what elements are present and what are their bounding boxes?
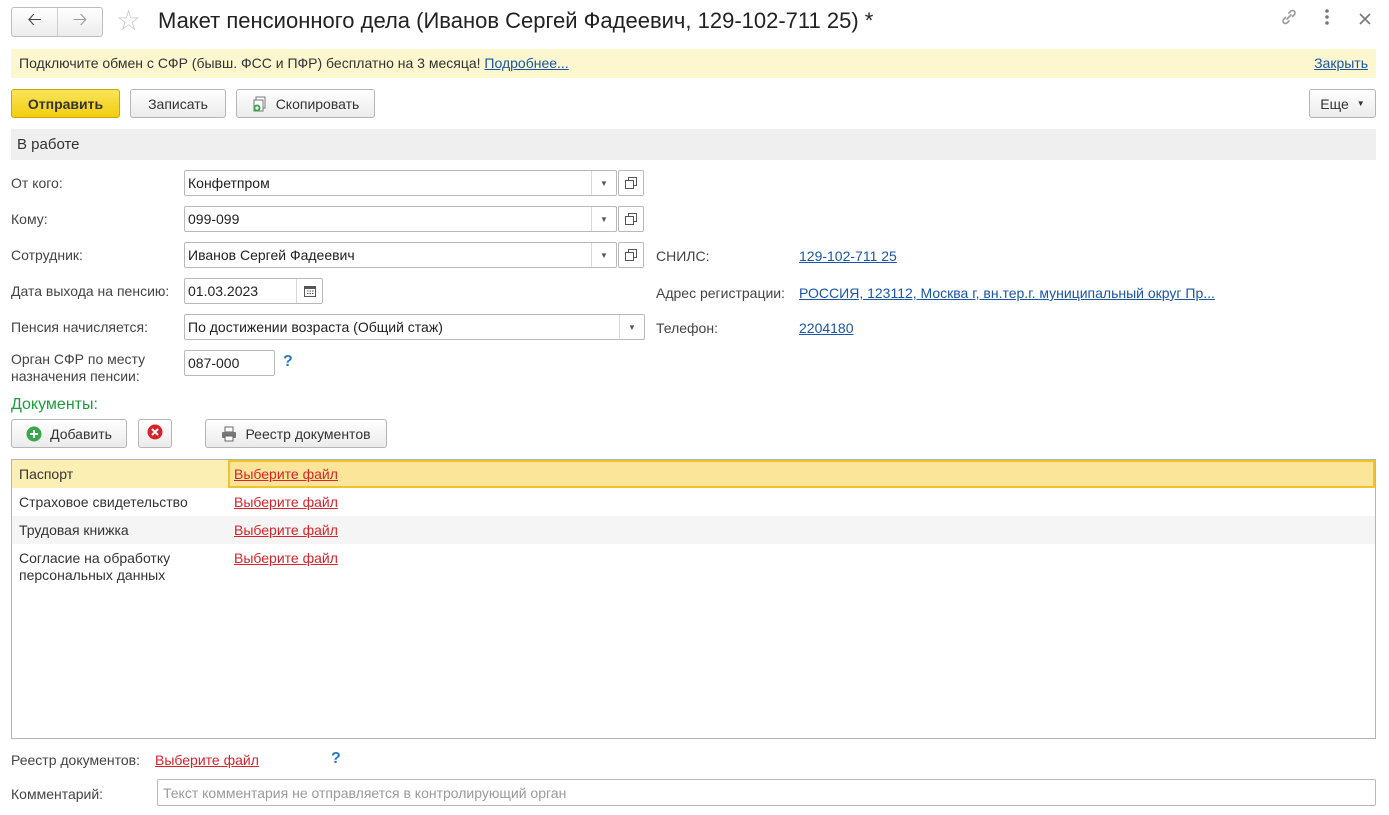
- document-name-line1: Согласие на обработку: [19, 550, 171, 566]
- from-value: Конфетпром: [188, 175, 270, 191]
- copy-label: Скопировать: [275, 95, 360, 112]
- selected-cell: [228, 460, 1375, 488]
- registry-help-icon[interactable]: ?: [331, 750, 341, 768]
- promo-banner: Подключите обмен с СФР (бывш. ФСС и ПФР)…: [11, 49, 1376, 78]
- registry-button[interactable]: Реестр документов: [205, 419, 387, 448]
- sfr-help-icon[interactable]: ?: [283, 353, 293, 371]
- copy-button[interactable]: Скопировать: [236, 89, 375, 118]
- title-bar: 🡠 🡢 ☆ Макет пенсионного дела (Иванов Сер…: [0, 0, 1389, 44]
- employee-field[interactable]: Иванов Сергей Фадеевич ▼: [184, 242, 617, 268]
- more-vertical-icon[interactable]: [1317, 8, 1337, 31]
- title-tools: [1279, 8, 1375, 31]
- to-open-button[interactable]: [618, 206, 644, 232]
- retire-date-label: Дата выхода на пенсию:: [11, 283, 170, 299]
- pension-label: Пенсия начисляется:: [11, 319, 148, 335]
- employee-open-button[interactable]: [618, 242, 644, 268]
- document-name: Страховое свидетельство: [19, 494, 188, 510]
- sfr-value: 087-000: [188, 355, 240, 371]
- pension-field[interactable]: По достижении возраста (Общий стаж) ▼: [184, 314, 645, 340]
- add-document-button[interactable]: Добавить: [11, 419, 127, 448]
- choose-file-link[interactable]: Выберите файл: [234, 550, 338, 566]
- sfr-label-line2: назначения пенсии:: [11, 368, 140, 384]
- dropdown-arrow-icon[interactable]: ▼: [619, 315, 644, 339]
- back-button[interactable]: 🡠: [12, 8, 57, 36]
- dropdown-arrow-icon[interactable]: ▼: [591, 243, 616, 267]
- registry-file-link[interactable]: Выберите файл: [155, 752, 259, 768]
- banner-text: Подключите обмен с СФР (бывш. ФСС и ПФР)…: [19, 55, 481, 71]
- sfr-field[interactable]: 087-000: [184, 350, 275, 376]
- arrow-right-icon: 🡢: [72, 9, 88, 29]
- retire-date-value: 01.03.2023: [188, 283, 259, 299]
- employee-label: Сотрудник:: [11, 247, 83, 263]
- to-field[interactable]: 099-099 ▼: [184, 206, 617, 232]
- address-label: Адрес регистрации:: [656, 285, 786, 301]
- from-field[interactable]: Конфетпром ▼: [184, 170, 617, 196]
- add-icon: [26, 426, 42, 442]
- calendar-icon[interactable]: [296, 279, 322, 303]
- employee-value: Иванов Сергей Фадеевич: [188, 247, 355, 263]
- document-name: Согласие на обработку персональных данны…: [19, 550, 170, 584]
- more-label: Еще: [1320, 95, 1349, 112]
- open-window-icon: [625, 249, 637, 261]
- banner-more-link[interactable]: Подробнее...: [484, 55, 568, 71]
- forward-button[interactable]: 🡢: [56, 8, 102, 36]
- table-row[interactable]: Трудовая книжка Выберите файл: [12, 516, 1375, 544]
- to-value: 099-099: [188, 211, 240, 227]
- registry-label: Реестр документов:: [11, 752, 140, 768]
- arrow-left-icon: 🡠: [27, 9, 42, 29]
- table-row[interactable]: Паспорт Выберите файл: [12, 460, 1375, 488]
- close-icon[interactable]: [1355, 9, 1375, 30]
- registry-button-label: Реестр документов: [245, 425, 371, 442]
- delete-document-button[interactable]: [138, 419, 172, 448]
- table-row[interactable]: Согласие на обработку персональных данны…: [12, 544, 1375, 588]
- table-row[interactable]: Страховое свидетельство Выберите файл: [12, 488, 1375, 516]
- snils-link[interactable]: 129-102-711 25: [799, 248, 897, 264]
- choose-file-link[interactable]: Выберите файл: [234, 522, 338, 538]
- open-window-icon: [625, 177, 637, 189]
- dropdown-arrow-icon[interactable]: ▼: [591, 171, 616, 195]
- open-window-icon: [625, 213, 637, 225]
- documents-table: Паспорт Выберите файл Страховое свидетел…: [11, 459, 1376, 739]
- from-label: От кого:: [11, 175, 63, 191]
- send-button[interactable]: Отправить: [11, 89, 120, 118]
- add-label: Добавить: [50, 425, 112, 442]
- dropdown-arrow-icon[interactable]: ▼: [591, 207, 616, 231]
- link-icon[interactable]: [1279, 8, 1299, 31]
- sfr-label-line1: Орган СФР по месту: [11, 351, 146, 367]
- favorite-star-icon[interactable]: ☆: [116, 6, 141, 36]
- window-title: Макет пенсионного дела (Иванов Сергей Фа…: [158, 8, 874, 33]
- document-name: Трудовая книжка: [19, 522, 129, 538]
- pension-value: По достижении возраста (Общий стаж): [188, 319, 443, 335]
- documents-title: Документы:: [11, 396, 98, 413]
- to-label: Кому:: [11, 211, 48, 227]
- status-band: В работе: [11, 129, 1376, 160]
- document-name: Паспорт: [19, 466, 74, 482]
- comment-label: Комментарий:: [11, 786, 104, 802]
- save-button[interactable]: Записать: [130, 89, 226, 118]
- navigation-buttons: 🡠 🡢: [11, 7, 103, 37]
- copy-icon: [252, 96, 268, 112]
- comment-input[interactable]: Текст комментария не отправляется в конт…: [157, 779, 1376, 806]
- choose-file-link[interactable]: Выберите файл: [234, 494, 338, 510]
- choose-file-link[interactable]: Выберите файл: [234, 466, 338, 482]
- printer-icon: [221, 426, 237, 442]
- address-link[interactable]: РОССИЯ, 123112, Москва г, вн.тер.г. муни…: [799, 285, 1215, 301]
- snils-label: СНИЛС:: [656, 248, 710, 264]
- phone-link[interactable]: 2204180: [799, 320, 854, 336]
- document-name-line2: персональных данных: [19, 567, 166, 583]
- phone-label: Телефон:: [656, 320, 718, 336]
- from-open-button[interactable]: [618, 170, 644, 196]
- banner-close-link[interactable]: Закрыть: [1314, 55, 1368, 71]
- chevron-down-icon: ▼: [1356, 99, 1365, 108]
- retire-date-field[interactable]: 01.03.2023: [184, 278, 323, 304]
- more-button[interactable]: Еще ▼: [1309, 89, 1376, 118]
- delete-icon: [147, 424, 163, 443]
